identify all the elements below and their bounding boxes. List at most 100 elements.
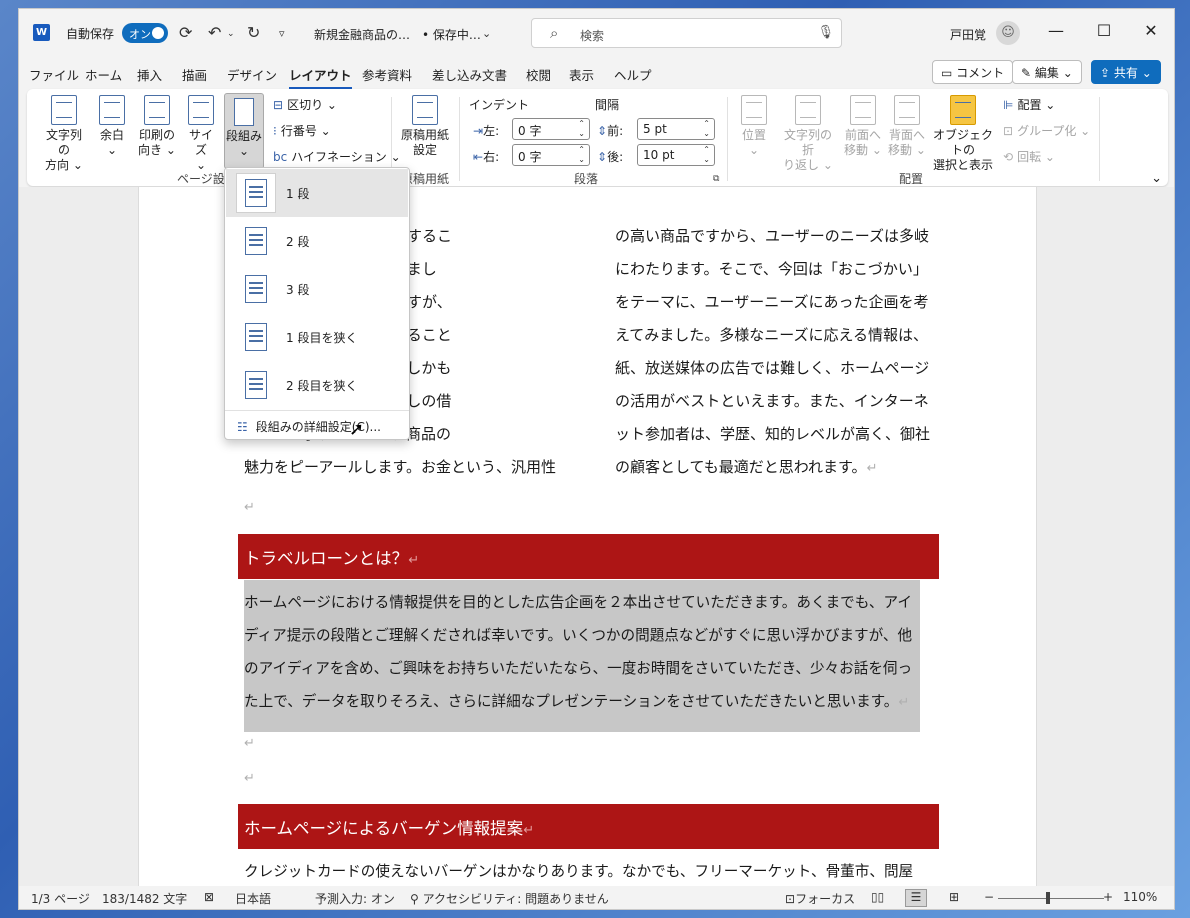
columns-option-two[interactable]: 2 段 bbox=[226, 217, 408, 265]
line-numbers-button[interactable]: ⁝ 行番号 ⌄ bbox=[273, 122, 331, 139]
selection-pane-button[interactable]: オブジェクトの 選択と表示 bbox=[931, 95, 995, 173]
paragraph-dialog-launcher-icon[interactable]: ⧉ bbox=[713, 174, 719, 184]
right-column-line: の活用がベストといえます。また、インターネ bbox=[615, 392, 929, 410]
user-name[interactable]: 戸田覚 bbox=[950, 26, 986, 43]
spinner-arrows-icon[interactable]: ⌃ ⌄ bbox=[578, 145, 585, 165]
tab-references[interactable]: 参考資料 bbox=[362, 65, 412, 84]
spacing-after-input[interactable]: 10 pt ⌃ ⌄ bbox=[637, 144, 715, 166]
tab-view[interactable]: 表示 bbox=[569, 65, 594, 84]
word-app-icon: W bbox=[33, 24, 50, 41]
wrap-text-button[interactable]: 文字列の折 り返し ⌄ bbox=[779, 95, 837, 173]
document-title[interactable]: 新規金融商品の… bbox=[314, 26, 410, 43]
maximize-icon[interactable]: ☐ bbox=[1094, 21, 1114, 40]
send-backward-button[interactable]: 背面へ 移動 ⌄ bbox=[887, 95, 927, 158]
menu-separator bbox=[225, 410, 409, 411]
text-direction-button[interactable]: 文字列の 方向 ⌄ bbox=[41, 95, 87, 173]
right-column-line: をテーマに、ユーザーニーズにあった企画を考 bbox=[615, 293, 929, 311]
read-mode-icon[interactable]: ▯▯ bbox=[871, 890, 884, 904]
tab-insert[interactable]: 挿入 bbox=[137, 65, 162, 84]
zoom-slider-thumb[interactable] bbox=[1046, 892, 1050, 904]
indent-right-input[interactable]: 0 字 ⌃ ⌄ bbox=[512, 144, 590, 166]
web-layout-icon[interactable]: ⊞ bbox=[949, 890, 959, 904]
right-column-line: 紙、放送媒体の広告では難しく、ホームページ bbox=[615, 359, 930, 377]
comment-button[interactable]: ▭ コメント bbox=[932, 60, 1014, 84]
predictive-input[interactable]: 予測入力: オン bbox=[315, 890, 395, 907]
microphone-icon[interactable]: 🎙 bbox=[817, 25, 834, 40]
tab-draw[interactable]: 描画 bbox=[182, 65, 207, 84]
before-label: 前: bbox=[607, 124, 624, 138]
breaks-button[interactable]: ⊟ 区切り ⌄ bbox=[273, 96, 337, 113]
columns-button[interactable]: 段組み ⌄ bbox=[224, 93, 264, 169]
spinner-arrows-icon[interactable]: ⌃ ⌄ bbox=[703, 145, 710, 165]
share-button[interactable]: ⇪ 共有 ⌄ bbox=[1091, 60, 1161, 84]
focus-button[interactable]: ⊡フォーカス bbox=[785, 890, 855, 907]
print-layout-icon[interactable]: ☰ bbox=[905, 889, 927, 907]
group-button[interactable]: ⊡ グループ化 ⌄ bbox=[1003, 122, 1090, 139]
redo-icon[interactable]: ↻ bbox=[247, 23, 260, 42]
spacing-before-label: ⇕前: bbox=[597, 122, 623, 139]
tab-layout[interactable]: レイアウト bbox=[289, 65, 352, 89]
manuscript-button[interactable]: 原稿用紙 設定 bbox=[399, 95, 451, 158]
status-bar: 1/3 ページ 183/1482 文字 ⊠ 日本語 予測入力: オン ⚲ アクセ… bbox=[19, 886, 1174, 909]
undo-dropdown-icon[interactable]: ⌄ bbox=[227, 29, 235, 39]
tab-design[interactable]: デザイン bbox=[227, 65, 277, 84]
zoom-in-icon[interactable]: + bbox=[1103, 890, 1113, 904]
orientation-button[interactable]: 印刷の 向き ⌄ bbox=[137, 95, 177, 158]
align-button[interactable]: ⊫ 配置 ⌄ bbox=[1003, 96, 1055, 113]
bring-forward-button[interactable]: 前面へ 移動 ⌄ bbox=[843, 95, 883, 158]
accessibility-status[interactable]: ⚲ アクセシビリティ: 問題ありません bbox=[410, 890, 609, 907]
right-column-line: えてみました。多様なニーズに応える情報は、 bbox=[615, 326, 929, 344]
size-label: サイズ bbox=[188, 128, 213, 157]
page-count[interactable]: 1/3 ページ bbox=[31, 890, 90, 907]
close-icon[interactable]: ✕ bbox=[1141, 21, 1161, 40]
customize-qat-icon[interactable]: ▿ bbox=[279, 27, 285, 40]
collapse-ribbon-icon[interactable]: ⌄ bbox=[1151, 171, 1162, 186]
indent-right-icon: ⇤ bbox=[473, 150, 484, 164]
bring-forward-label-1: 前面へ bbox=[844, 128, 881, 142]
columns-label: 段組み bbox=[225, 129, 262, 143]
align-icon: ⊫ bbox=[1003, 98, 1014, 112]
chevron-down-icon[interactable]: ⌄ bbox=[482, 27, 491, 40]
autosave-toggle[interactable]: オン bbox=[122, 23, 168, 43]
indent-right-label: ⇤右: bbox=[473, 148, 499, 165]
language[interactable]: 日本語 bbox=[235, 890, 271, 907]
spinner-arrows-icon[interactable]: ⌃ ⌄ bbox=[703, 119, 710, 139]
position-button[interactable]: 位置 ⌄ bbox=[739, 95, 769, 158]
margins-button[interactable]: 余白 ⌄ bbox=[97, 95, 127, 158]
word-count[interactable]: 183/1482 文字 bbox=[102, 890, 187, 907]
undo-icon[interactable]: ↶ bbox=[208, 23, 221, 42]
rotate-button[interactable]: ⟲ 回転 ⌄ bbox=[1003, 148, 1055, 165]
save-status[interactable]: • 保存中… bbox=[422, 26, 481, 43]
columns-option-right[interactable]: 2 段目を狭く bbox=[226, 361, 408, 409]
indent-left-input[interactable]: 0 字 ⌃ ⌄ bbox=[512, 118, 590, 140]
hyphenation-button[interactable]: bc ハイフネーション ⌄ bbox=[273, 148, 401, 165]
minimize-icon[interactable]: — bbox=[1046, 21, 1066, 40]
spacing-before-input[interactable]: 5 pt ⌃ ⌄ bbox=[637, 118, 715, 140]
zoom-out-icon[interactable]: − bbox=[984, 890, 994, 904]
zoom-level[interactable]: 110% bbox=[1123, 890, 1157, 904]
size-button[interactable]: サイズ ⌄ bbox=[184, 95, 218, 173]
tab-mailings[interactable]: 差し込み文書 bbox=[432, 65, 507, 84]
tab-help[interactable]: ヘルプ bbox=[614, 65, 652, 84]
orientation-label-1: 印刷の bbox=[138, 128, 175, 142]
title-bar: W 自動保存 オン ⟳ ↶ ⌄ ↻ ▿ 新規金融商品の… • 保存中… ⌄ ⌕ … bbox=[19, 9, 1174, 55]
proofing-icon[interactable]: ⊠ bbox=[204, 890, 214, 904]
tab-home[interactable]: ホーム bbox=[85, 65, 122, 84]
tab-review[interactable]: 校閲 bbox=[526, 65, 551, 84]
save-icon[interactable]: ⟳ bbox=[179, 23, 192, 42]
search-box[interactable]: ⌕ 検索 🎙 bbox=[531, 18, 842, 48]
columns-option-one[interactable]: 1 段 bbox=[226, 169, 408, 217]
left-label: 左: bbox=[483, 124, 500, 138]
right-column-line: の高い商品ですから、ユーザーのニーズは多岐 bbox=[615, 227, 929, 245]
avatar[interactable]: ☺ bbox=[996, 21, 1020, 45]
paragraph-mark: ↵ bbox=[244, 500, 255, 515]
send-backward-label-1: 背面へ bbox=[888, 128, 925, 142]
edit-button[interactable]: ✎ 編集 ⌄ bbox=[1012, 60, 1082, 84]
line-numbers-icon: ⁝ bbox=[273, 124, 277, 138]
columns-option-left[interactable]: 1 段目を狭く bbox=[226, 313, 408, 361]
columns-option-three[interactable]: 3 段 bbox=[226, 265, 408, 313]
zoom-slider[interactable] bbox=[998, 898, 1104, 899]
tab-file[interactable]: ファイル bbox=[29, 65, 79, 84]
paragraph-group-label: 段落 bbox=[574, 172, 599, 186]
spinner-arrows-icon[interactable]: ⌃ ⌄ bbox=[578, 119, 585, 139]
